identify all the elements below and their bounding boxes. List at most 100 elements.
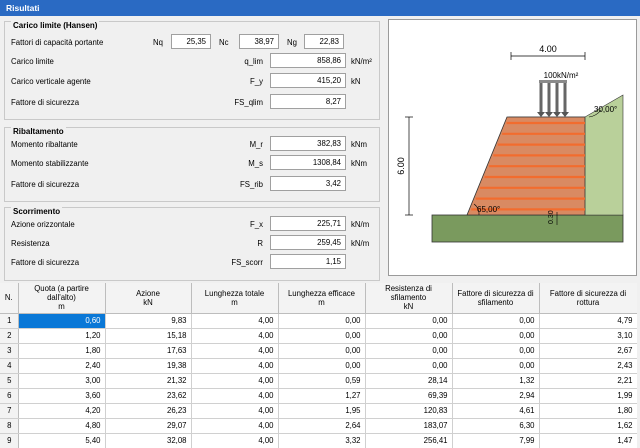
- table-cell[interactable]: 0,59: [278, 373, 366, 389]
- table-cell[interactable]: 9,83: [105, 313, 192, 329]
- table-cell[interactable]: 4,00: [191, 433, 279, 448]
- table-cell[interactable]: 28,14: [365, 373, 453, 389]
- table-cell[interactable]: 4,00: [191, 418, 279, 434]
- row-value[interactable]: 259,45: [270, 235, 346, 250]
- table-cell[interactable]: 0,00: [452, 343, 540, 359]
- row-number[interactable]: 9: [0, 433, 19, 448]
- row-value[interactable]: 8,27: [270, 94, 346, 109]
- table-cell[interactable]: 1,80: [18, 343, 106, 359]
- table-cell[interactable]: 4,20: [18, 403, 106, 419]
- table-cell[interactable]: 0,00: [452, 313, 540, 329]
- row-number[interactable]: 8: [0, 418, 19, 434]
- table-cell[interactable]: 6,30: [452, 418, 540, 434]
- table-cell[interactable]: 0,00: [278, 313, 366, 329]
- row-number[interactable]: 2: [0, 328, 19, 344]
- table-cell[interactable]: 2,67: [539, 343, 638, 359]
- column-header[interactable]: Lunghezza efficace m: [278, 283, 366, 314]
- column-header[interactable]: Fattore di sicurezza di rottura: [539, 283, 638, 314]
- table-cell[interactable]: 2,64: [278, 418, 366, 434]
- table-cell[interactable]: 3,10: [539, 328, 638, 344]
- table-cell[interactable]: 4,00: [191, 343, 279, 359]
- table-cell[interactable]: 1,62: [539, 418, 638, 434]
- table-cell[interactable]: 7,99: [452, 433, 540, 448]
- row-number[interactable]: 6: [0, 388, 19, 404]
- table-cell[interactable]: 0,00: [365, 328, 453, 344]
- table-row[interactable]: 5 3,00 21,32 4,00 0,59 28,14 1,32 2,21: [0, 373, 638, 389]
- table-cell[interactable]: 0,00: [365, 358, 453, 374]
- table-cell[interactable]: 29,07: [105, 418, 192, 434]
- table-cell[interactable]: 1,80: [539, 403, 638, 419]
- table-row[interactable]: 4 2,40 19,38 4,00 0,00 0,00 0,00 2,43: [0, 358, 638, 374]
- table-cell[interactable]: 3,32: [278, 433, 366, 448]
- table-cell[interactable]: 0,00: [452, 358, 540, 374]
- nq-field[interactable]: 25,35: [171, 34, 211, 49]
- table-cell[interactable]: 0,00: [452, 328, 540, 344]
- table-cell[interactable]: 15,18: [105, 328, 192, 344]
- row-number[interactable]: 4: [0, 358, 19, 374]
- table-cell[interactable]: 4,00: [191, 313, 279, 329]
- table-row[interactable]: 7 4,20 26,23 4,00 1,95 120,83 4,61 1,80: [0, 403, 638, 419]
- row-number[interactable]: 3: [0, 343, 19, 359]
- table-cell[interactable]: 4,00: [191, 358, 279, 374]
- table-cell[interactable]: 0,00: [278, 328, 366, 344]
- row-value[interactable]: 225,71: [270, 216, 346, 231]
- table-cell[interactable]: 4,00: [191, 373, 279, 389]
- row-value[interactable]: 3,42: [270, 176, 346, 191]
- table-cell[interactable]: 2,94: [452, 388, 540, 404]
- table-cell[interactable]: 4,61: [452, 403, 540, 419]
- table-cell[interactable]: 0,00: [278, 358, 366, 374]
- table-row[interactable]: 6 3,60 23,62 4,00 1,27 69,39 2,94 1,99: [0, 388, 638, 404]
- table-cell[interactable]: 256,41: [365, 433, 453, 448]
- table-cell[interactable]: 26,23: [105, 403, 192, 419]
- table-cell[interactable]: 17,63: [105, 343, 192, 359]
- table-cell[interactable]: 0,00: [365, 343, 453, 359]
- column-header[interactable]: Fattore di sicurezza di sfilamento: [452, 283, 540, 314]
- table-cell[interactable]: 3,00: [18, 373, 106, 389]
- row-number[interactable]: 1: [0, 313, 19, 329]
- table-cell[interactable]: 4,00: [191, 328, 279, 344]
- table-cell[interactable]: 32,08: [105, 433, 192, 448]
- column-header[interactable]: Resistenza di sfilamento kN: [365, 283, 453, 314]
- table-cell[interactable]: 4,79: [539, 313, 638, 329]
- table-cell[interactable]: 2,43: [539, 358, 638, 374]
- table-cell[interactable]: 69,39: [365, 388, 453, 404]
- table-cell[interactable]: 0,00: [365, 313, 453, 329]
- table-cell[interactable]: 19,38: [105, 358, 192, 374]
- table-cell[interactable]: 21,32: [105, 373, 192, 389]
- column-header[interactable]: Quota (a partire dall'alto) m: [18, 283, 106, 314]
- row-value[interactable]: 1308,84: [270, 155, 346, 170]
- table-cell[interactable]: 1,32: [452, 373, 540, 389]
- table-cell[interactable]: 1,99: [539, 388, 638, 404]
- column-header[interactable]: Lunghezza totale m: [191, 283, 279, 314]
- table-cell[interactable]: 183,07: [365, 418, 453, 434]
- row-number[interactable]: 7: [0, 403, 19, 419]
- table-row[interactable]: 8 4,80 29,07 4,00 2,64 183,07 6,30 1,62: [0, 418, 638, 434]
- row-value[interactable]: 382,83: [270, 136, 346, 151]
- row-value[interactable]: 1,15: [270, 254, 346, 269]
- table-cell[interactable]: 2,40: [18, 358, 106, 374]
- table-cell[interactable]: 4,00: [191, 403, 279, 419]
- row-value[interactable]: 415,20: [270, 73, 346, 88]
- table-cell[interactable]: 3,60: [18, 388, 106, 404]
- table-row[interactable]: 9 5,40 32,08 4,00 3,32 256,41 7,99 1,47: [0, 433, 638, 448]
- table-cell[interactable]: 0,00: [278, 343, 366, 359]
- column-header[interactable]: Azione kN: [105, 283, 192, 314]
- table-row[interactable]: 1 0,60 9,83 4,00 0,00 0,00 0,00 4,79: [0, 313, 638, 329]
- table-cell[interactable]: 5,40: [18, 433, 106, 448]
- row-value[interactable]: 858,86: [270, 53, 346, 68]
- table-row[interactable]: 3 1,80 17,63 4,00 0,00 0,00 0,00 2,67: [0, 343, 638, 359]
- table-cell[interactable]: 1,95: [278, 403, 366, 419]
- row-number[interactable]: 5: [0, 373, 19, 389]
- table-cell[interactable]: 4,00: [191, 388, 279, 404]
- table-cell[interactable]: 1,47: [539, 433, 638, 448]
- table-row[interactable]: 2 1,20 15,18 4,00 0,00 0,00 0,00 3,10: [0, 328, 638, 344]
- table-cell[interactable]: 23,62: [105, 388, 192, 404]
- table-cell[interactable]: 120,83: [365, 403, 453, 419]
- column-header[interactable]: N.: [0, 283, 19, 314]
- nc-field[interactable]: 38,97: [239, 34, 279, 49]
- table-cell[interactable]: 1,20: [18, 328, 106, 344]
- table-cell[interactable]: 4,80: [18, 418, 106, 434]
- ng-field[interactable]: 22,83: [304, 34, 344, 49]
- table-cell[interactable]: 2,21: [539, 373, 638, 389]
- table-cell[interactable]: 0,60: [18, 313, 106, 329]
